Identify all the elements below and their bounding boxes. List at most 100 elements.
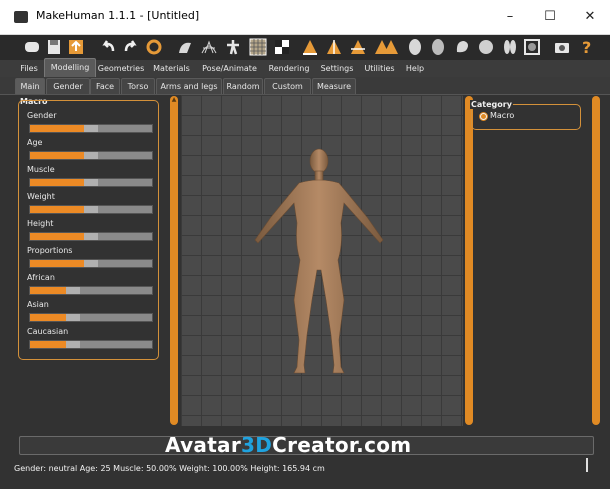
undo-icon[interactable] bbox=[98, 37, 118, 57]
slider-label-weight: Weight bbox=[27, 192, 55, 201]
scroll-up-arrow-icon[interactable]: ▲ bbox=[171, 97, 177, 103]
viewport-right-scrollbar[interactable] bbox=[465, 96, 473, 425]
screenshot-icon[interactable] bbox=[552, 37, 572, 57]
slider-weight[interactable] bbox=[29, 205, 153, 214]
slider-handle[interactable] bbox=[84, 260, 98, 267]
slider-label-gender: Gender bbox=[27, 111, 57, 120]
tab-help[interactable]: Help bbox=[400, 60, 430, 77]
watermark-part-2: 3D bbox=[241, 433, 273, 457]
maximize-button[interactable]: ☐ bbox=[530, 0, 570, 34]
tab-pose-animate[interactable]: Pose/Animate bbox=[197, 60, 262, 77]
status-bar-text: Gender: neutral Age: 25 Muscle: 50.00% W… bbox=[14, 464, 325, 473]
slider-label-proportions: Proportions bbox=[27, 246, 73, 255]
side-view-icon[interactable] bbox=[348, 37, 368, 57]
checker-icon[interactable] bbox=[272, 37, 292, 57]
human-model-figure bbox=[254, 148, 384, 374]
macro-radio-label[interactable]: Macro bbox=[490, 111, 514, 120]
front-view-icon[interactable] bbox=[300, 37, 320, 57]
face-view-icon[interactable] bbox=[428, 37, 448, 57]
tab-geometries[interactable]: Geometries bbox=[95, 60, 147, 77]
slider-fill bbox=[30, 152, 84, 159]
slider-label-caucasian: Caucasian bbox=[27, 327, 69, 336]
slider-caucasian[interactable] bbox=[29, 340, 153, 349]
slider-proportions[interactable] bbox=[29, 259, 153, 268]
tab-materials[interactable]: Materials bbox=[149, 60, 194, 77]
tab-rendering[interactable]: Rendering bbox=[264, 60, 314, 77]
3d-viewport[interactable] bbox=[181, 95, 463, 426]
app-window: MakeHuman 1.1.1 - [Untitled] – ☐ ✕ ? Fil… bbox=[0, 0, 610, 489]
tab-files[interactable]: Files bbox=[15, 60, 43, 77]
size-grip[interactable] bbox=[586, 458, 588, 472]
top-view-icon[interactable] bbox=[381, 37, 401, 57]
title-bar: MakeHuman 1.1.1 - [Untitled] – ☐ ✕ bbox=[0, 0, 610, 35]
subtab-measure[interactable]: Measure bbox=[312, 78, 356, 94]
subtab-arms-and-legs[interactable]: Arms and legs bbox=[156, 78, 222, 94]
category-group-title: Category bbox=[470, 100, 513, 109]
sphere-view-icon[interactable] bbox=[476, 37, 496, 57]
load-icon[interactable] bbox=[22, 37, 42, 57]
close-button[interactable]: ✕ bbox=[570, 0, 610, 34]
wireframe-icon[interactable] bbox=[199, 37, 219, 57]
slider-fill bbox=[30, 233, 84, 240]
slider-handle[interactable] bbox=[84, 152, 98, 159]
slider-height[interactable] bbox=[29, 232, 153, 241]
watermark-part-3: Creator.com bbox=[272, 433, 412, 457]
slider-label-african: African bbox=[27, 273, 55, 282]
grid-icon[interactable] bbox=[248, 37, 268, 57]
help-icon[interactable]: ? bbox=[576, 37, 596, 57]
subtab-custom[interactable]: Custom bbox=[264, 78, 311, 94]
back-view-icon[interactable] bbox=[324, 37, 344, 57]
slider-fill bbox=[30, 260, 84, 267]
window-title: MakeHuman 1.1.1 - [Untitled] bbox=[36, 9, 200, 22]
right-panel-scrollbar[interactable] bbox=[592, 96, 600, 425]
slider-fill bbox=[30, 341, 66, 348]
slider-label-age: Age bbox=[27, 138, 43, 147]
save-icon[interactable] bbox=[44, 37, 64, 57]
left-panel-scrollbar[interactable] bbox=[170, 96, 178, 425]
slider-muscle[interactable] bbox=[29, 178, 153, 187]
slider-handle[interactable] bbox=[66, 287, 80, 294]
radio-selected-dot bbox=[481, 114, 486, 119]
watermark-part-1: Avatar bbox=[165, 433, 242, 457]
subtab-face[interactable]: Face bbox=[90, 78, 120, 94]
slider-handle[interactable] bbox=[66, 314, 80, 321]
slider-handle[interactable] bbox=[84, 125, 98, 132]
slider-handle[interactable] bbox=[84, 179, 98, 186]
slider-gender[interactable] bbox=[29, 124, 153, 133]
subtab-gender[interactable]: Gender bbox=[46, 78, 90, 94]
slider-handle[interactable] bbox=[84, 206, 98, 213]
main-tab-bar: Files Modelling Geometries Materials Pose/An… bbox=[0, 58, 610, 78]
reset-icon[interactable] bbox=[144, 37, 164, 57]
redo-icon[interactable] bbox=[121, 37, 141, 57]
ear-view-icon[interactable] bbox=[452, 37, 472, 57]
slider-label-height: Height bbox=[27, 219, 54, 228]
slider-label-muscle: Muscle bbox=[27, 165, 55, 174]
slider-asian[interactable] bbox=[29, 313, 153, 322]
frame-icon[interactable] bbox=[522, 37, 542, 57]
smooth-icon[interactable] bbox=[175, 37, 195, 57]
tab-utilities[interactable]: Utilities bbox=[361, 60, 398, 77]
sub-tab-bar: Main Gender Face Torso Arms and legs Random Cu… bbox=[0, 77, 610, 95]
subtab-random[interactable]: Random bbox=[223, 78, 263, 94]
head-view-icon[interactable] bbox=[405, 37, 425, 57]
slider-handle[interactable] bbox=[84, 233, 98, 240]
slider-handle[interactable] bbox=[66, 341, 80, 348]
tab-modelling[interactable]: Modelling bbox=[44, 58, 96, 78]
makehuman-app-icon bbox=[14, 11, 28, 23]
slider-african[interactable] bbox=[29, 286, 153, 295]
svg-text:?: ? bbox=[582, 38, 591, 57]
slider-fill bbox=[30, 287, 66, 294]
subtab-main[interactable]: Main bbox=[15, 78, 45, 94]
slider-fill bbox=[30, 314, 66, 321]
minimize-button[interactable]: – bbox=[490, 0, 530, 34]
export-icon[interactable] bbox=[66, 37, 86, 57]
toolbar: ? bbox=[0, 35, 610, 60]
pose-icon[interactable] bbox=[223, 37, 243, 57]
slider-age[interactable] bbox=[29, 151, 153, 160]
slider-fill bbox=[30, 125, 84, 132]
subtab-torso[interactable]: Torso bbox=[121, 78, 155, 94]
tab-settings[interactable]: Settings bbox=[316, 60, 358, 77]
slider-fill bbox=[30, 179, 84, 186]
hands-view-icon[interactable] bbox=[500, 37, 520, 57]
slider-fill bbox=[30, 206, 84, 213]
